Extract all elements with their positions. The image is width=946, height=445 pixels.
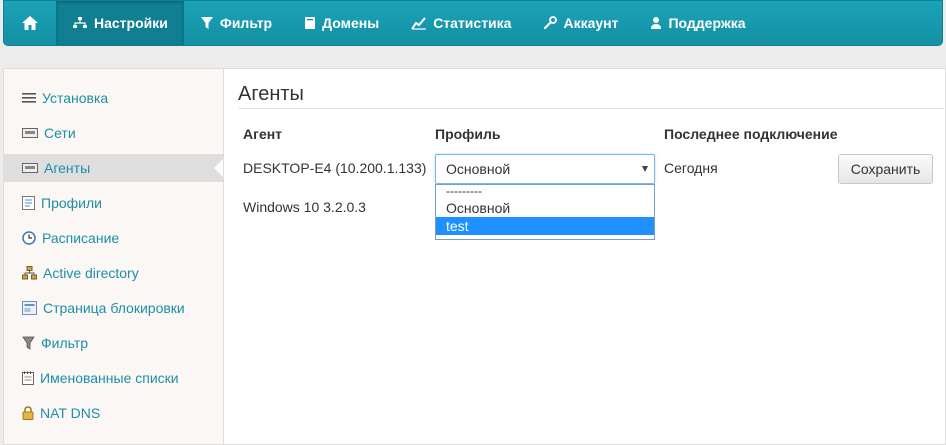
column-header-last-connection: Последнее подключение [664, 126, 838, 142]
last-connection-value: Сегодня [664, 160, 718, 176]
lock-icon [22, 406, 34, 420]
filter-icon [200, 17, 213, 29]
book-icon [305, 17, 316, 29]
column-header-agent: Агент [243, 126, 283, 142]
agent-card-icon [22, 163, 38, 173]
sidebar-item-schedule[interactable]: Расписание [4, 224, 223, 252]
agent-os-version: Windows 10 3.2.0.3 [243, 199, 366, 215]
title-divider [238, 108, 944, 109]
sidebar-item-agents[interactable]: Агенты [4, 154, 224, 182]
profile-doc-icon [22, 196, 35, 210]
list-icon [22, 93, 36, 103]
page-title: Агенты [238, 83, 304, 105]
sidebar-item-networks[interactable]: Сети [4, 119, 223, 147]
block-page-icon [22, 301, 37, 315]
main-panel: Агенты Агент Профиль Последнее подключен… [223, 68, 946, 445]
sidebar-item-label: Сети [44, 125, 76, 141]
sidebar-item-label: Профили [41, 195, 102, 211]
nav-support[interactable]: Поддержка [634, 1, 761, 45]
sidebar-item-label: Страница блокировки [43, 300, 185, 316]
column-header-profile: Профиль [435, 126, 501, 142]
sidebar-item-profiles[interactable]: Профили [4, 189, 223, 217]
nav-filter-label: Фильтр [219, 15, 273, 31]
sidebar-item-block-page[interactable]: Страница блокировки [4, 294, 223, 322]
sidebar-item-nat-dns[interactable]: NAT DNS [4, 399, 223, 427]
clock-icon [22, 231, 36, 245]
sidebar-item-label: Установка [42, 90, 109, 106]
dropdown-arrow-icon[interactable] [642, 166, 648, 172]
save-button[interactable]: Сохранить [838, 154, 933, 184]
profile-select-value: Основной [446, 161, 511, 177]
sidebar-item-label: Фильтр [41, 335, 89, 351]
profile-option-empty[interactable]: --------- [436, 185, 654, 199]
top-navigation: Настройки Фильтр Домены Статистика Аккау… [3, 0, 943, 46]
sidebar-item-label: Агенты [44, 160, 91, 176]
filter-icon [22, 336, 35, 350]
profile-option-main[interactable]: Основной [436, 199, 654, 217]
nav-account[interactable]: Аккаунт [527, 1, 634, 45]
network-icon [73, 17, 87, 28]
sidebar-item-active-directory[interactable]: Active directory [4, 259, 223, 287]
nav-settings[interactable]: Настройки [56, 1, 184, 45]
nav-account-label: Аккаунт [563, 15, 619, 31]
nav-domains-label: Домены [322, 15, 380, 31]
chart-icon [411, 17, 427, 30]
nav-filter[interactable]: Фильтр [184, 1, 288, 45]
nav-statistics-label: Статистика [433, 15, 512, 31]
network-card-icon [22, 128, 38, 138]
sidebar: Установка Сети Агенты Профили Расписание… [3, 68, 224, 445]
nav-support-label: Поддержка [668, 15, 746, 31]
wrench-icon [544, 16, 558, 30]
sidebar-item-label: NAT DNS [40, 405, 101, 421]
sidebar-item-setup[interactable]: Установка [4, 84, 223, 112]
sidebar-item-filter[interactable]: Фильтр [4, 329, 223, 357]
nav-domains[interactable]: Домены [288, 1, 395, 45]
sidebar-item-named-lists[interactable]: Именованные списки [4, 364, 223, 392]
sidebar-item-label: Расписание [42, 230, 120, 246]
sidebar-item-label: Именованные списки [40, 370, 179, 386]
profile-dropdown-list: --------- Основной test [435, 184, 655, 240]
nav-settings-label: Настройки [94, 15, 168, 31]
profile-select[interactable]: Основной [435, 154, 655, 184]
nav-home[interactable] [4, 1, 56, 45]
agent-name: DESKTOP-E4 (10.200.1.133) [243, 160, 427, 176]
home-icon [22, 16, 38, 30]
nav-statistics[interactable]: Статистика [395, 1, 527, 45]
notepad-icon [22, 371, 34, 385]
directory-tree-icon [22, 266, 37, 280]
sidebar-item-label: Active directory [43, 265, 139, 281]
person-icon [651, 17, 662, 29]
profile-option-test[interactable]: test [436, 217, 654, 235]
